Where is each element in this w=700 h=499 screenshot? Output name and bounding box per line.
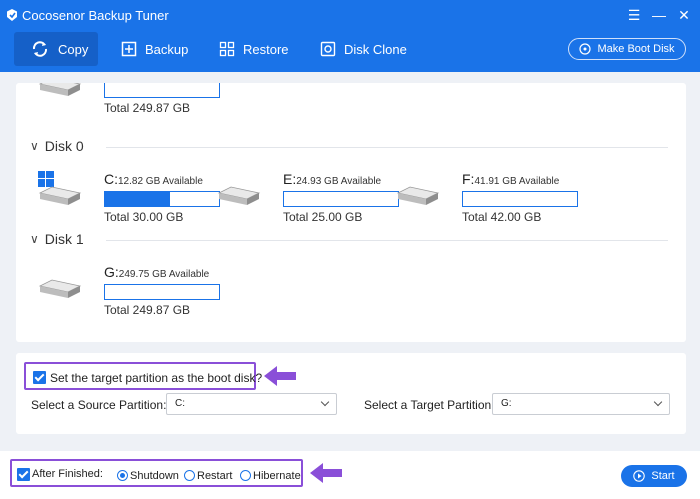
boot-disk-icon: [579, 43, 592, 55]
minimize-icon[interactable]: —: [650, 6, 668, 24]
partition-usage-bar: [104, 284, 220, 300]
partition-letter: G:249.75 GB Available: [104, 264, 210, 280]
partition-g[interactable]: G:249.75 GB Available Total 249.87 GB: [38, 264, 238, 324]
title-bar: Cocosenor Backup Tuner ☰ — ✕: [0, 0, 700, 32]
disk0-label: Disk 0: [44, 138, 84, 154]
divider: [106, 240, 668, 241]
chevron-down-icon: ∨: [30, 139, 39, 153]
app-logo-icon: [7, 9, 17, 21]
start-label: Start: [651, 470, 675, 482]
hard-drive-icon: [396, 186, 440, 205]
footer-bar: After Finished: Shutdown Restart Hiberna…: [0, 451, 700, 499]
partition-letter: C:12.82 GB Available: [104, 171, 203, 187]
disk-list-panel[interactable]: Total 249.87 GB ∨ Disk 0 C:12.82 GB Avai…: [16, 83, 686, 342]
disk1-header[interactable]: ∨ Disk 1: [30, 231, 84, 247]
chevron-down-icon: [653, 397, 663, 407]
partition-total: Total 25.00 GB: [283, 210, 363, 224]
clone-options-panel: Set the target partition as the boot dis…: [16, 353, 686, 434]
partition-total: Total 249.87 GB: [104, 303, 191, 317]
restore-label: Restore: [243, 41, 289, 57]
hard-drive-icon: [217, 186, 261, 205]
partition-usage-bar: [104, 83, 220, 98]
partition-total: Total 30.00 GB: [104, 210, 184, 224]
backup-button[interactable]: Backup: [121, 32, 188, 66]
boot-disk-label: Set the target partition as the boot dis…: [50, 371, 263, 385]
shutdown-radio[interactable]: [117, 470, 128, 481]
partition-usage-bar: [104, 191, 220, 207]
source-partition-label: Select a Source Partition:: [31, 398, 167, 412]
chevron-down-icon: [320, 397, 330, 407]
backup-icon: [121, 41, 137, 57]
chevron-down-icon: ∨: [30, 232, 39, 246]
partition-total: Total 42.00 GB: [462, 210, 542, 224]
arrow-left-icon: [264, 366, 296, 386]
after-finished-label: After Finished:: [32, 468, 103, 480]
partition-f[interactable]: F:41.91 GB Available Total 42.00 GB: [396, 171, 596, 231]
menu-icon[interactable]: ☰: [625, 6, 643, 24]
close-icon[interactable]: ✕: [675, 6, 693, 24]
boot-disk-checkbox[interactable]: [33, 371, 46, 384]
target-partition-value: G:: [501, 398, 512, 409]
partition-letter: F:41.91 GB Available: [462, 171, 560, 187]
source-partition-select[interactable]: C:: [166, 393, 337, 415]
hibernate-radio[interactable]: [240, 470, 251, 481]
copy-button[interactable]: Copy: [14, 32, 98, 66]
partition-letter: E:24.93 GB Available: [283, 171, 382, 187]
partition-usage-bar: [462, 191, 578, 207]
arrow-left-icon: [310, 463, 342, 483]
source-partition-value: C:: [175, 398, 185, 409]
disk-clone-button[interactable]: Disk Clone: [320, 32, 407, 66]
shutdown-label: Shutdown: [130, 470, 179, 482]
partition-e[interactable]: E:24.93 GB Available Total 25.00 GB: [217, 171, 417, 231]
play-icon: [633, 470, 646, 482]
partition-usage-bar: [283, 191, 399, 207]
partition-top[interactable]: Total 249.87 GB: [38, 83, 238, 122]
divider: [106, 147, 668, 148]
disk1-label: Disk 1: [44, 231, 84, 247]
after-finished-checkbox[interactable]: [17, 468, 30, 481]
partition-total: Total 249.87 GB: [104, 101, 191, 115]
target-partition-select[interactable]: G:: [492, 393, 670, 415]
restore-button[interactable]: Restore: [219, 32, 289, 66]
copy-label: Copy: [58, 41, 89, 57]
restore-icon: [219, 41, 235, 57]
hard-drive-icon: [38, 83, 82, 96]
app-title: Cocosenor Backup Tuner: [22, 8, 169, 23]
partition-c[interactable]: C:12.82 GB Available Total 30.00 GB: [38, 171, 238, 231]
copy-sync-icon: [32, 41, 48, 57]
restart-radio[interactable]: [184, 470, 195, 481]
backup-label: Backup: [145, 41, 189, 57]
hard-drive-icon: [38, 279, 82, 298]
start-button[interactable]: Start: [621, 465, 687, 487]
disk0-header[interactable]: ∨ Disk 0: [30, 138, 84, 154]
disk-clone-icon: [320, 41, 336, 57]
hard-drive-icon: [38, 186, 82, 205]
disk-clone-label: Disk Clone: [344, 41, 407, 57]
make-boot-disk-button[interactable]: Make Boot Disk: [568, 38, 686, 60]
toolbar: Copy Backup Restore Disk Clone Make Boot…: [0, 32, 700, 72]
target-partition-label: Select a Target Partition:: [364, 398, 495, 412]
hibernate-label: Hibernate: [253, 470, 301, 482]
make-boot-disk-label: Make Boot Disk: [597, 43, 675, 55]
restart-label: Restart: [197, 470, 233, 482]
